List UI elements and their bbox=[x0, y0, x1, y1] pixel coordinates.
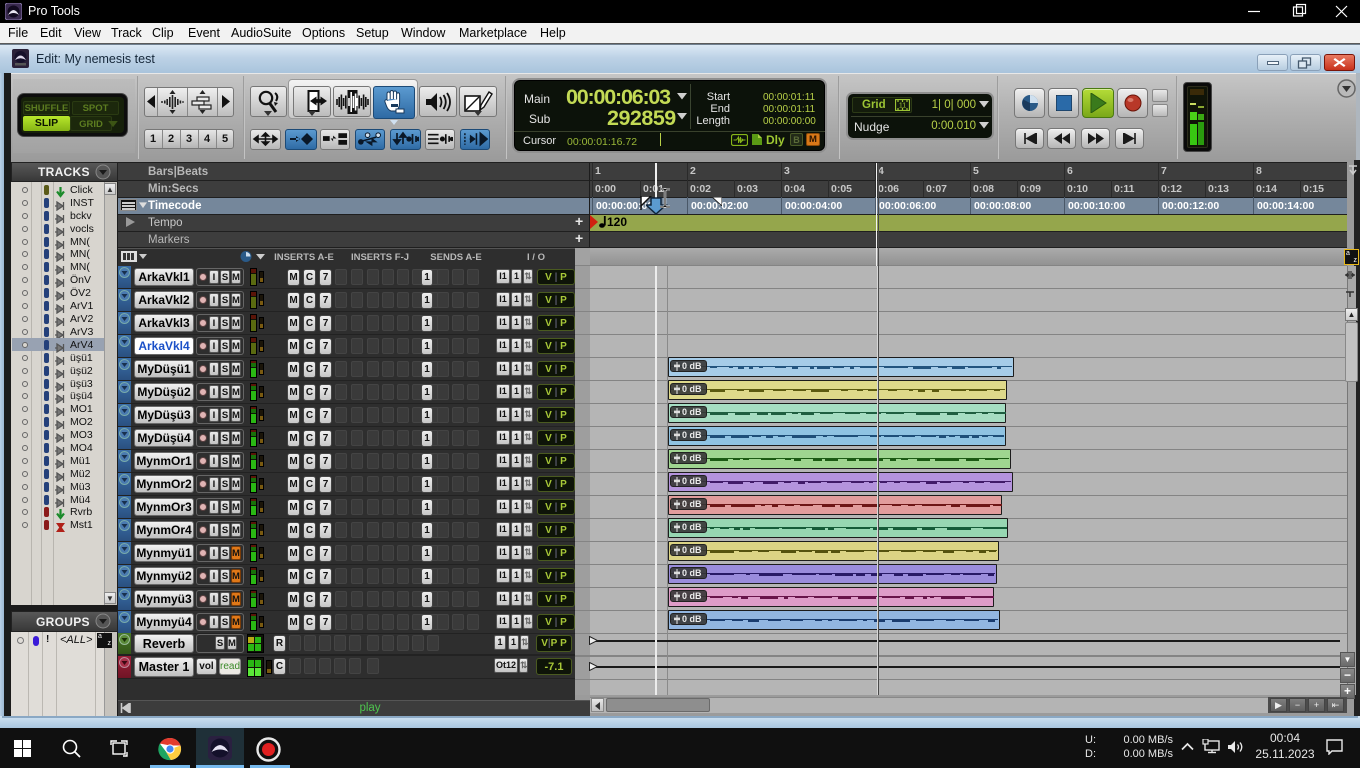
svg-text:11: 11 bbox=[899, 103, 906, 110]
